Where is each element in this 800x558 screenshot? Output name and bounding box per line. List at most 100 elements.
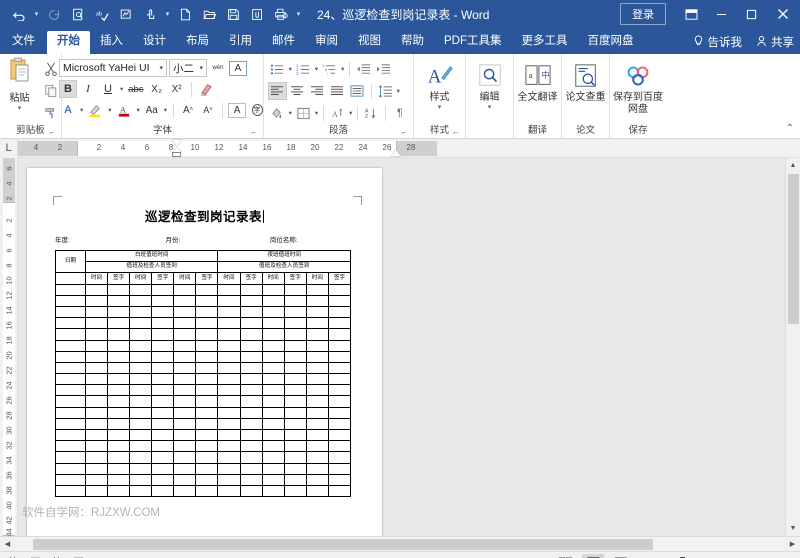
line-spacing-icon[interactable] <box>376 82 395 100</box>
text-effects-icon[interactable]: A <box>59 101 77 119</box>
table-cell[interactable] <box>327 395 352 408</box>
attach-icon[interactable] <box>246 3 268 25</box>
table-cell[interactable] <box>217 283 241 296</box>
table-cell[interactable] <box>55 339 86 352</box>
table-cell[interactable] <box>217 395 241 408</box>
table-cell[interactable] <box>239 484 263 498</box>
table-cell[interactable] <box>195 406 219 419</box>
tab-review[interactable]: 审阅 <box>305 31 348 54</box>
table-cell[interactable] <box>173 395 197 408</box>
undo-icon[interactable] <box>8 3 30 25</box>
table-cell[interactable] <box>84 384 109 397</box>
line-spacing-dropdown-icon[interactable]: ▾ <box>396 87 401 95</box>
tab-file[interactable]: 文件 <box>0 31 47 54</box>
table-cell[interactable] <box>239 294 263 307</box>
table-cell[interactable] <box>283 339 307 352</box>
table-row[interactable] <box>55 462 352 475</box>
table-cell[interactable] <box>55 462 86 475</box>
table-cell[interactable] <box>217 417 241 431</box>
underline-button[interactable]: U <box>99 80 117 98</box>
table-cell[interactable] <box>84 373 109 386</box>
tab-references[interactable]: 引用 <box>219 31 262 54</box>
table-cell[interactable] <box>261 361 285 375</box>
vertical-ruler[interactable]: 6 4 2 2 4 6 8 10 12 14 16 18 20 22 24 26… <box>0 158 18 536</box>
table-cell[interactable] <box>217 440 241 453</box>
table-cell[interactable] <box>261 350 285 363</box>
sign-in-button[interactable]: 登录 <box>620 3 666 25</box>
collapse-ribbon-icon[interactable]: ⌃ <box>786 123 794 134</box>
table-cell[interactable] <box>129 484 153 498</box>
table-cell[interactable] <box>195 373 219 386</box>
table-cell[interactable] <box>55 395 86 408</box>
table-cell[interactable] <box>305 373 329 386</box>
scroll-up-icon[interactable]: ▲ <box>786 158 800 173</box>
tab-help[interactable]: 帮助 <box>391 31 434 54</box>
table-cell[interactable] <box>195 294 219 307</box>
table-cell[interactable] <box>239 339 263 352</box>
table-cell[interactable] <box>195 428 219 442</box>
table-cell[interactable] <box>283 428 307 442</box>
table-cell[interactable] <box>55 440 86 453</box>
table-cell[interactable] <box>283 305 307 319</box>
highlight-color-icon[interactable] <box>86 101 105 119</box>
document-page[interactable]: 巡逻检查到岗记录表 年度: 月份: 岗位名称: 日期 白班值班时间 夜班值班时间 <box>27 168 382 536</box>
table-cell[interactable] <box>129 294 153 307</box>
table-cell[interactable] <box>283 373 307 386</box>
table-cell[interactable] <box>55 484 86 498</box>
table-cell[interactable] <box>107 417 131 431</box>
table-cell[interactable] <box>305 451 329 464</box>
table-cell[interactable] <box>173 294 197 307</box>
table-cell[interactable] <box>327 350 352 363</box>
table-cell[interactable] <box>305 350 329 363</box>
table-cell[interactable] <box>84 305 109 319</box>
table-cell[interactable] <box>305 462 329 475</box>
scroll-down-icon[interactable]: ▼ <box>786 521 800 536</box>
horizontal-ruler-track[interactable]: 4 2 2 4 6 8 10 12 14 16 18 20 22 24 26 2… <box>18 139 800 158</box>
table-cell[interactable] <box>261 339 285 352</box>
table-cell[interactable] <box>195 361 219 375</box>
table-cell[interactable] <box>261 484 285 498</box>
maximize-button[interactable] <box>736 0 766 28</box>
table-row[interactable] <box>55 406 352 419</box>
tab-view[interactable]: 视图 <box>348 31 391 54</box>
table-cell[interactable] <box>217 339 241 352</box>
table-cell[interactable] <box>55 283 86 296</box>
table-row[interactable] <box>55 484 352 498</box>
table-cell[interactable] <box>84 417 109 431</box>
table-cell[interactable] <box>151 406 175 419</box>
table-cell[interactable] <box>239 473 263 486</box>
table-cell[interactable] <box>129 328 153 341</box>
table-cell[interactable] <box>129 395 153 408</box>
share-button[interactable]: 共享 <box>756 34 794 50</box>
table-cell[interactable] <box>151 339 175 352</box>
table-cell[interactable] <box>283 406 307 419</box>
table-cell[interactable] <box>84 361 109 375</box>
tell-me-button[interactable]: 告诉我 <box>693 34 742 50</box>
horizontal-scrollbar[interactable]: ◀ ▶ <box>0 536 800 551</box>
table-cell[interactable] <box>55 373 86 386</box>
record-table[interactable]: 日期 白班值班时间 夜班值班时间 值班及检查人员签到 值班及检查人员签到 时间 … <box>55 249 352 498</box>
table-cell[interactable] <box>217 294 241 307</box>
table-cell[interactable] <box>217 317 241 330</box>
table-cell[interactable] <box>305 384 329 397</box>
shading-icon[interactable] <box>268 104 287 122</box>
table-cell[interactable] <box>283 350 307 363</box>
table-cell[interactable] <box>151 484 175 498</box>
table-cell[interactable] <box>261 428 285 442</box>
table-cell[interactable] <box>283 361 307 375</box>
table-cell[interactable] <box>239 283 263 296</box>
decrease-indent-icon[interactable] <box>354 60 373 78</box>
full-translate-button[interactable]: a中 全文翻译 <box>516 57 560 104</box>
print-icon[interactable] <box>270 3 292 25</box>
table-cell[interactable] <box>55 350 86 363</box>
table-cell[interactable] <box>107 328 131 341</box>
table-cell[interactable] <box>239 440 263 453</box>
table-cell[interactable] <box>173 384 197 397</box>
highlight-dropdown-icon[interactable]: ▾ <box>107 106 112 114</box>
table-cell[interactable] <box>239 417 263 431</box>
tab-more-tools[interactable]: 更多工具 <box>512 31 578 54</box>
table-row[interactable] <box>55 350 352 363</box>
table-cell[interactable] <box>151 384 175 397</box>
touch-mode-dropdown-icon[interactable]: ▾ <box>163 10 172 18</box>
asian-layout-icon[interactable]: A <box>328 104 347 122</box>
